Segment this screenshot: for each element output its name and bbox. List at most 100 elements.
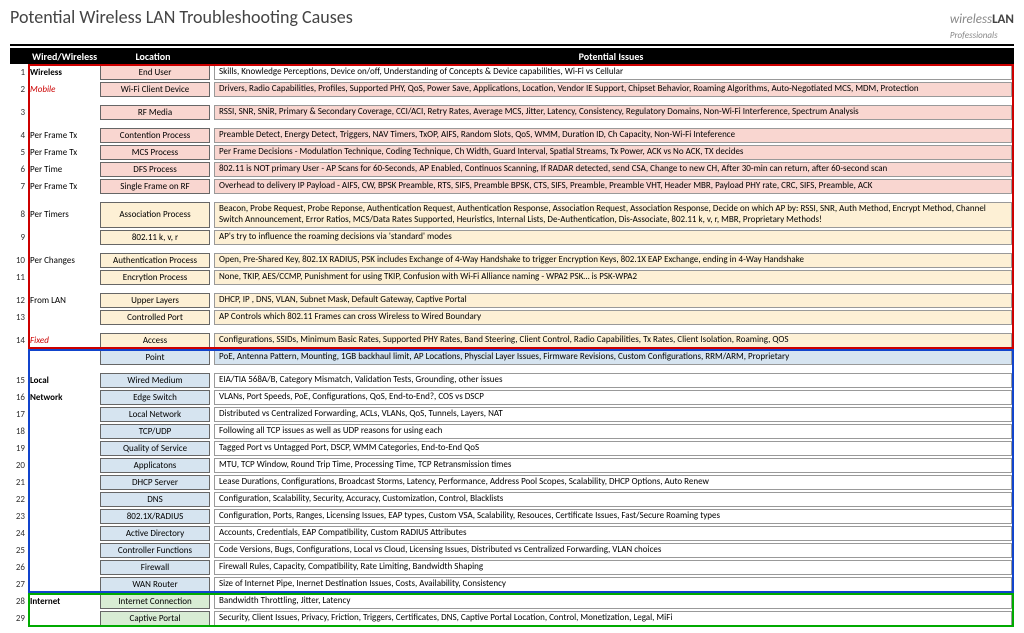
section: 28InternetInternet Connection Bandwidth T… (10, 593, 1014, 627)
wired-wireless-cell: Per Frame Tx (28, 144, 98, 161)
wired-wireless-cell: Network (28, 389, 98, 406)
table-row: 13 Controlled Port AP Controls which 802.1… (10, 309, 1014, 326)
issues-cell: Tagged Port vs Untagged Port, DSCP, WMM … (214, 441, 1012, 456)
wired-wireless-cell (28, 491, 98, 508)
location-cell: Access (100, 333, 210, 348)
location-cell: Controlled Port (100, 310, 210, 325)
table-row: 27WAN RouterSize of Internet Pipe, Inern… (10, 576, 1014, 593)
issues-cell: Open, Pre-Shared Key, 802.1X RADIUS, PSK… (214, 253, 1012, 268)
table-row: 12From LANUpper LayersDHCP, IP , DNS, VL… (10, 292, 1014, 309)
wired-wireless-cell: Per Changes (28, 252, 98, 269)
wired-wireless-cell (28, 406, 98, 423)
column-headers: Wired/Wireless Location Potential Issues (10, 48, 1014, 64)
col-wired-wireless: Wired/Wireless (28, 50, 98, 63)
row-number: 16 (10, 389, 28, 406)
wired-wireless-cell: Mobile (28, 81, 98, 98)
location-cell: Single Frame on RF (100, 179, 210, 194)
row-number: 13 (10, 309, 28, 326)
table-row: 18TCP/UDPFollowing all TCP issues as wel… (10, 423, 1014, 440)
issues-cell: Bandwidth Throttling, Jitter, Latency (214, 594, 1012, 609)
table-row: 14FixedAccessConfigurations, SSIDs, Mini… (10, 332, 1014, 349)
wired-wireless-cell (28, 542, 98, 559)
page-title: Potential Wireless LAN Troubleshooting C… (10, 6, 353, 28)
wired-wireless-cell (28, 474, 98, 491)
wired-wireless-cell (28, 440, 98, 457)
table-row: 3RF MediaRSSI, SNR, SNiR, Primary & Seco… (10, 104, 1014, 121)
table-row: 8Per TimersAssociation ProcessBeacon, Pr… (10, 201, 1014, 229)
col-issues: Potential Issues (208, 50, 1014, 63)
wired-wireless-cell: Fixed (28, 332, 98, 349)
location-cell: Local Network (100, 407, 210, 422)
row-number: 9 (10, 229, 28, 246)
issues-cell: RSSI, SNR, SNiR, Primary & Secondary Cov… (214, 105, 1012, 120)
row-number: 26 (10, 559, 28, 576)
wired-wireless-cell: Per Frame Tx (28, 127, 98, 144)
table-row: 17Local NetworkDistributed vs Centralize… (10, 406, 1014, 423)
issues-cell: DHCP, IP , DNS, VLAN, Subnet Mask, Defau… (214, 293, 1012, 308)
table-row: 1WirelessEnd UserSkills, Knowledge Perce… (10, 64, 1014, 81)
wired-wireless-cell: Local (28, 372, 98, 389)
row-number: 20 (10, 457, 28, 474)
issues-cell: Beacon, Probe Request, Probe Reponse, Au… (214, 202, 1012, 228)
row-number: 14 (10, 332, 28, 349)
wired-wireless-cell: From LAN (28, 292, 98, 309)
wired-wireless-cell (28, 309, 98, 326)
table-row: 16NetworkEdge SwitchVLANs, Port Speeds, … (10, 389, 1014, 406)
table-row: 15LocalWired MediumEIA/TIA 568A/B, Categ… (10, 372, 1014, 389)
issues-cell: Code Versions, Bugs, Configurations, Loc… (214, 543, 1012, 558)
location-cell: Wi-Fi Client Device (100, 82, 210, 97)
location-cell: Internet Connection (100, 594, 210, 609)
location-cell: End User (100, 65, 210, 80)
issues-cell: Distributed vs Centralized Forwarding, A… (214, 407, 1012, 422)
row-number: 23 (10, 508, 28, 525)
wired-wireless-cell (28, 610, 98, 627)
table-row: 4Per Frame TxContention ProcessPreamble … (10, 127, 1014, 144)
issues-cell: MTU, TCP Window, Round Trip Time, Proces… (214, 458, 1012, 473)
location-cell: TCP/UDP (100, 424, 210, 439)
table-row: 24Active DirectoryAccounts, Credentials,… (10, 525, 1014, 542)
table-row: 7Per Frame TxSingle Frame on RFOverhead … (10, 178, 1014, 195)
row-number: 2 (10, 81, 28, 98)
row-number: 28 (10, 593, 28, 610)
troubleshooting-grid: 1WirelessEnd UserSkills, Knowledge Perce… (10, 64, 1014, 627)
table-row: 29Captive PortalSecurity, Client Issues,… (10, 610, 1014, 627)
row-number: 15 (10, 372, 28, 389)
row-number: 12 (10, 292, 28, 309)
location-cell: WAN Router (100, 577, 210, 592)
wired-wireless-cell: Per Frame Tx (28, 178, 98, 195)
row-number: 8 (10, 201, 28, 229)
issues-cell: Following all TCP issues as well as UDP … (214, 424, 1012, 439)
wired-wireless-cell (28, 576, 98, 593)
issues-cell: 802.11 is NOT primary User - AP Scans fo… (214, 162, 1012, 177)
table-row: 23802.1X/RADIUSConfiguration, Ports, Ran… (10, 508, 1014, 525)
issues-cell: EIA/TIA 568A/B, Category Mismatch, Valid… (214, 373, 1012, 388)
table-row: 25Controller FunctionsCode Versions, Bug… (10, 542, 1014, 559)
location-cell: Encrytion Process (100, 270, 210, 285)
table-row: 2MobileWi-Fi Client DeviceDrivers, Radio… (10, 81, 1014, 98)
location-cell: Authentication Process (100, 253, 210, 268)
issues-cell: Skills, Knowledge Perceptions, Device on… (214, 65, 1012, 80)
section: PointPoE, Antenna Pattern, Mounting, 1GB… (10, 349, 1014, 593)
row-number: 24 (10, 525, 28, 542)
location-cell: Quality of Service (100, 441, 210, 456)
row-number: 5 (10, 144, 28, 161)
location-cell: DFS Process (100, 162, 210, 177)
table-row: 19Quality of ServiceTagged Port vs Untag… (10, 440, 1014, 457)
wired-wireless-cell: Internet (28, 593, 98, 610)
wired-wireless-cell (28, 349, 98, 366)
table-row: 10Per ChangesAuthentication ProcessOpen,… (10, 252, 1014, 269)
table-row: 5Per Frame TxMCS ProcessPer Frame Decisi… (10, 144, 1014, 161)
location-cell: 802.1X/RADIUS (100, 509, 210, 524)
wired-wireless-cell (28, 269, 98, 286)
location-cell: DNS (100, 492, 210, 507)
issues-cell: Overhead to delivery IP Payload - AIFS, … (214, 179, 1012, 194)
issues-cell: PoE, Antenna Pattern, Mounting, 1GB back… (214, 350, 1012, 365)
issues-cell: Lease Durations, Configurations, Broadca… (214, 475, 1012, 490)
location-cell: DHCP Server (100, 475, 210, 490)
col-location: Location (98, 50, 208, 63)
location-cell: Active Directory (100, 526, 210, 541)
issues-cell: Per Frame Decisions - Modulation Techniq… (214, 145, 1012, 160)
location-cell: Association Process (100, 202, 210, 228)
wired-wireless-cell (28, 525, 98, 542)
issues-cell: AP Controls which 802.11 Frames can cros… (214, 310, 1012, 325)
